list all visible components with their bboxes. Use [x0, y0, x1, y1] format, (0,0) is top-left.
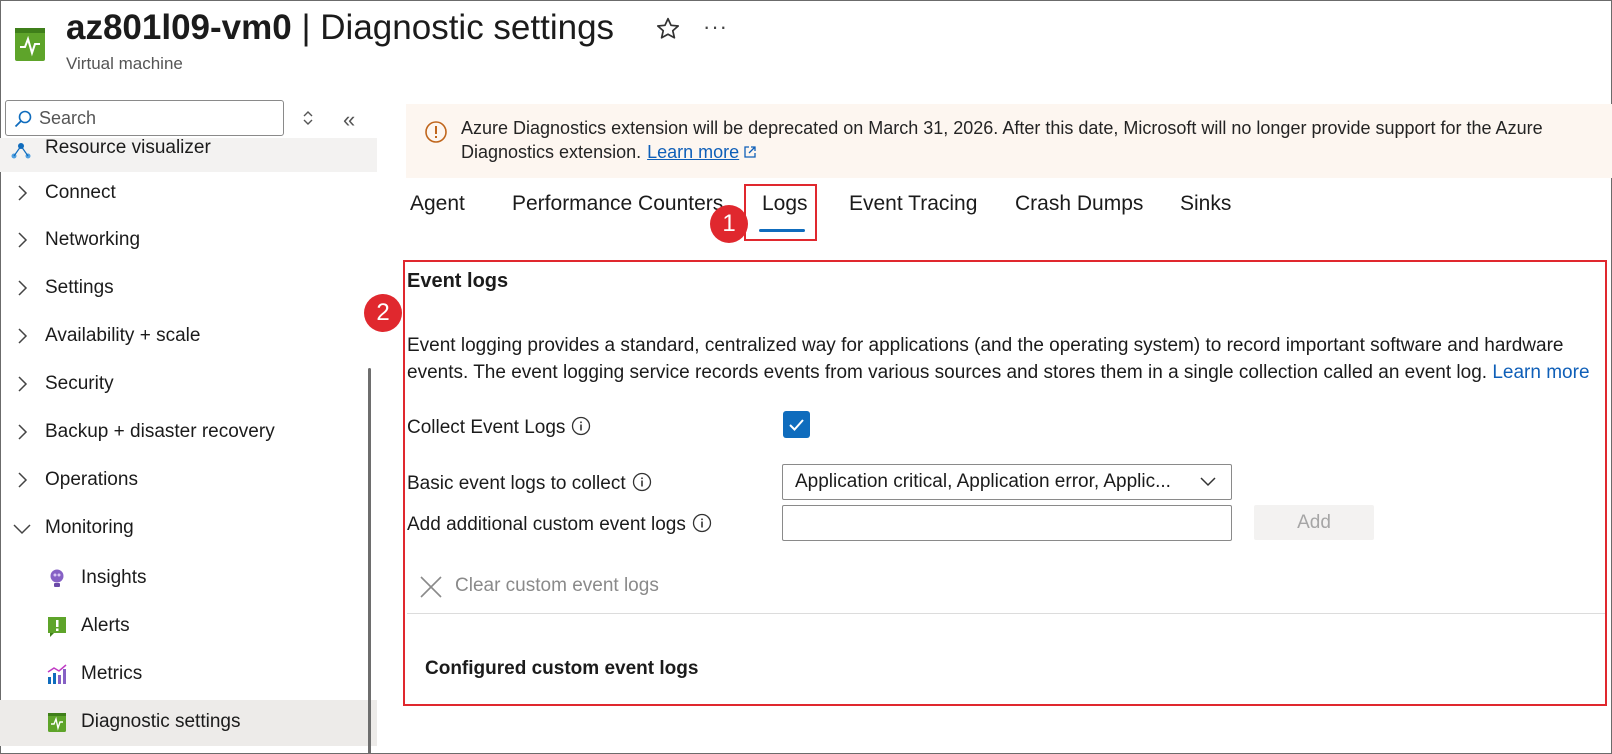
chevron-down-icon — [1200, 477, 1216, 487]
sidebar-item-availability-scale[interactable]: Availability + scale — [0, 314, 377, 360]
collapse-sidebar-icon[interactable]: « — [343, 107, 355, 133]
custom-event-logs-label: Add additional custom event logs — [407, 513, 712, 536]
event-logs-heading: Event logs — [407, 270, 509, 292]
sidebar-item-networking[interactable]: Networking — [0, 218, 377, 264]
tab-event-tracing[interactable]: Event Tracing — [849, 192, 977, 216]
tab-sinks[interactable]: Sinks — [1180, 192, 1231, 216]
sidebar-item-label: Alerts — [81, 615, 130, 636]
event-logs-learn-more-link[interactable]: Learn more — [1492, 362, 1589, 383]
sidebar-item-connect[interactable]: Connect — [0, 171, 377, 217]
sidebar-item-insights[interactable]: Insights — [0, 556, 377, 602]
sidebar-item-label: Connect — [45, 182, 116, 203]
chevron-right-icon — [18, 376, 28, 392]
sidebar-item-label: Availability + scale — [45, 325, 201, 346]
sidebar-item-monitoring[interactable]: Monitoring — [0, 506, 377, 552]
custom-event-logs-input[interactable] — [782, 505, 1232, 541]
section-divider — [407, 613, 1605, 614]
more-options-icon[interactable]: ··· — [703, 14, 728, 40]
sidebar-item-label: Diagnostic settings — [81, 711, 241, 732]
metrics-icon — [47, 664, 67, 684]
chevron-right-icon — [18, 232, 28, 248]
sidebar-item-backup-disaster-recovery[interactable]: Backup + disaster recovery — [0, 410, 377, 456]
highlight-box-logs-tab — [744, 184, 817, 241]
diagnostic-settings-icon — [48, 713, 66, 732]
sidebar-item-label: Monitoring — [45, 517, 134, 538]
sidebar-item-label: Networking — [45, 229, 141, 250]
chevron-right-icon — [18, 280, 28, 296]
warning-info-icon — [425, 121, 447, 143]
sidebar-item-label: Resource visualizer — [45, 138, 211, 158]
tab-crash-dumps[interactable]: Crash Dumps — [1015, 192, 1143, 216]
sidebar-item-diagnostic-settings[interactable]: Diagnostic settings — [0, 700, 377, 746]
sidebar-item-resource-visualizer[interactable]: Resource visualizer — [0, 138, 377, 172]
clear-custom-event-logs-button[interactable]: Clear custom event logs — [455, 575, 659, 597]
step-badge-2: 2 — [364, 294, 402, 332]
resource-visualizer-icon — [11, 143, 31, 159]
sidebar-item-settings[interactable]: Settings — [0, 266, 377, 312]
resource-type-subtitle: Virtual machine — [66, 54, 183, 73]
deprecation-banner: Azure Diagnostics extension will be depr… — [406, 104, 1612, 178]
checkmark-icon — [789, 419, 804, 431]
sidebar-item-operations[interactable]: Operations — [0, 458, 377, 504]
sidebar-item-label: Security — [45, 373, 114, 394]
sidebar-nav: Resource visualizer Connect Networking S… — [0, 138, 380, 754]
event-logs-description: Event logging provides a standard, centr… — [407, 335, 1590, 383]
configured-custom-event-logs-heading: Configured custom event logs — [425, 658, 699, 679]
search-placeholder: Search — [39, 108, 97, 128]
sidebar-item-label: Backup + disaster recovery — [45, 421, 275, 442]
favorite-star-icon[interactable] — [655, 16, 681, 42]
dropdown-selected-value: Application critical, Application error,… — [795, 471, 1171, 492]
add-button[interactable]: Add — [1254, 505, 1374, 540]
tab-agent[interactable]: Agent — [410, 192, 465, 216]
chevron-right-icon — [18, 328, 28, 344]
basic-event-logs-dropdown[interactable]: Application critical, Application error,… — [782, 464, 1232, 500]
sidebar-item-security[interactable]: Security — [0, 362, 377, 408]
chevron-right-icon — [18, 424, 28, 440]
alerts-icon — [48, 617, 66, 637]
chevron-down-icon — [13, 524, 31, 535]
info-icon[interactable] — [692, 513, 712, 533]
info-icon[interactable] — [571, 416, 591, 436]
chevron-right-icon — [18, 185, 28, 201]
chevron-right-icon — [18, 472, 28, 488]
sidebar-search-input[interactable]: Search — [5, 100, 284, 136]
sidebar-item-alerts[interactable]: Alerts — [0, 604, 377, 650]
virtual-machine-icon — [15, 28, 45, 61]
banner-message: Azure Diagnostics extension will be depr… — [461, 118, 1543, 162]
step-badge-1: 1 — [710, 205, 748, 243]
collect-event-logs-checkbox[interactable] — [783, 411, 810, 438]
basic-event-logs-label: Basic event logs to collect — [407, 472, 652, 495]
sidebar-item-label: Metrics — [81, 663, 143, 684]
banner-learn-more-link[interactable]: Learn more — [647, 142, 739, 162]
close-icon[interactable] — [418, 574, 444, 600]
info-icon[interactable] — [632, 472, 652, 492]
page-title: az801l09-vm0 | Diagnostic settings — [66, 8, 615, 47]
sidebar-item-label: Settings — [45, 277, 114, 298]
external-link-icon — [744, 146, 756, 158]
sidebar-scrollbar[interactable] — [368, 368, 371, 754]
expand-collapse-all-icon[interactable] — [300, 108, 316, 128]
sidebar-item-label: Insights — [81, 567, 147, 588]
search-icon — [14, 110, 32, 128]
collect-event-logs-label: Collect Event Logs — [407, 416, 591, 439]
sidebar-item-metrics[interactable]: Metrics — [0, 652, 377, 698]
tab-performance-counters[interactable]: Performance Counters — [512, 192, 723, 216]
insights-icon — [50, 569, 64, 587]
sidebar-item-label: Operations — [45, 469, 138, 490]
